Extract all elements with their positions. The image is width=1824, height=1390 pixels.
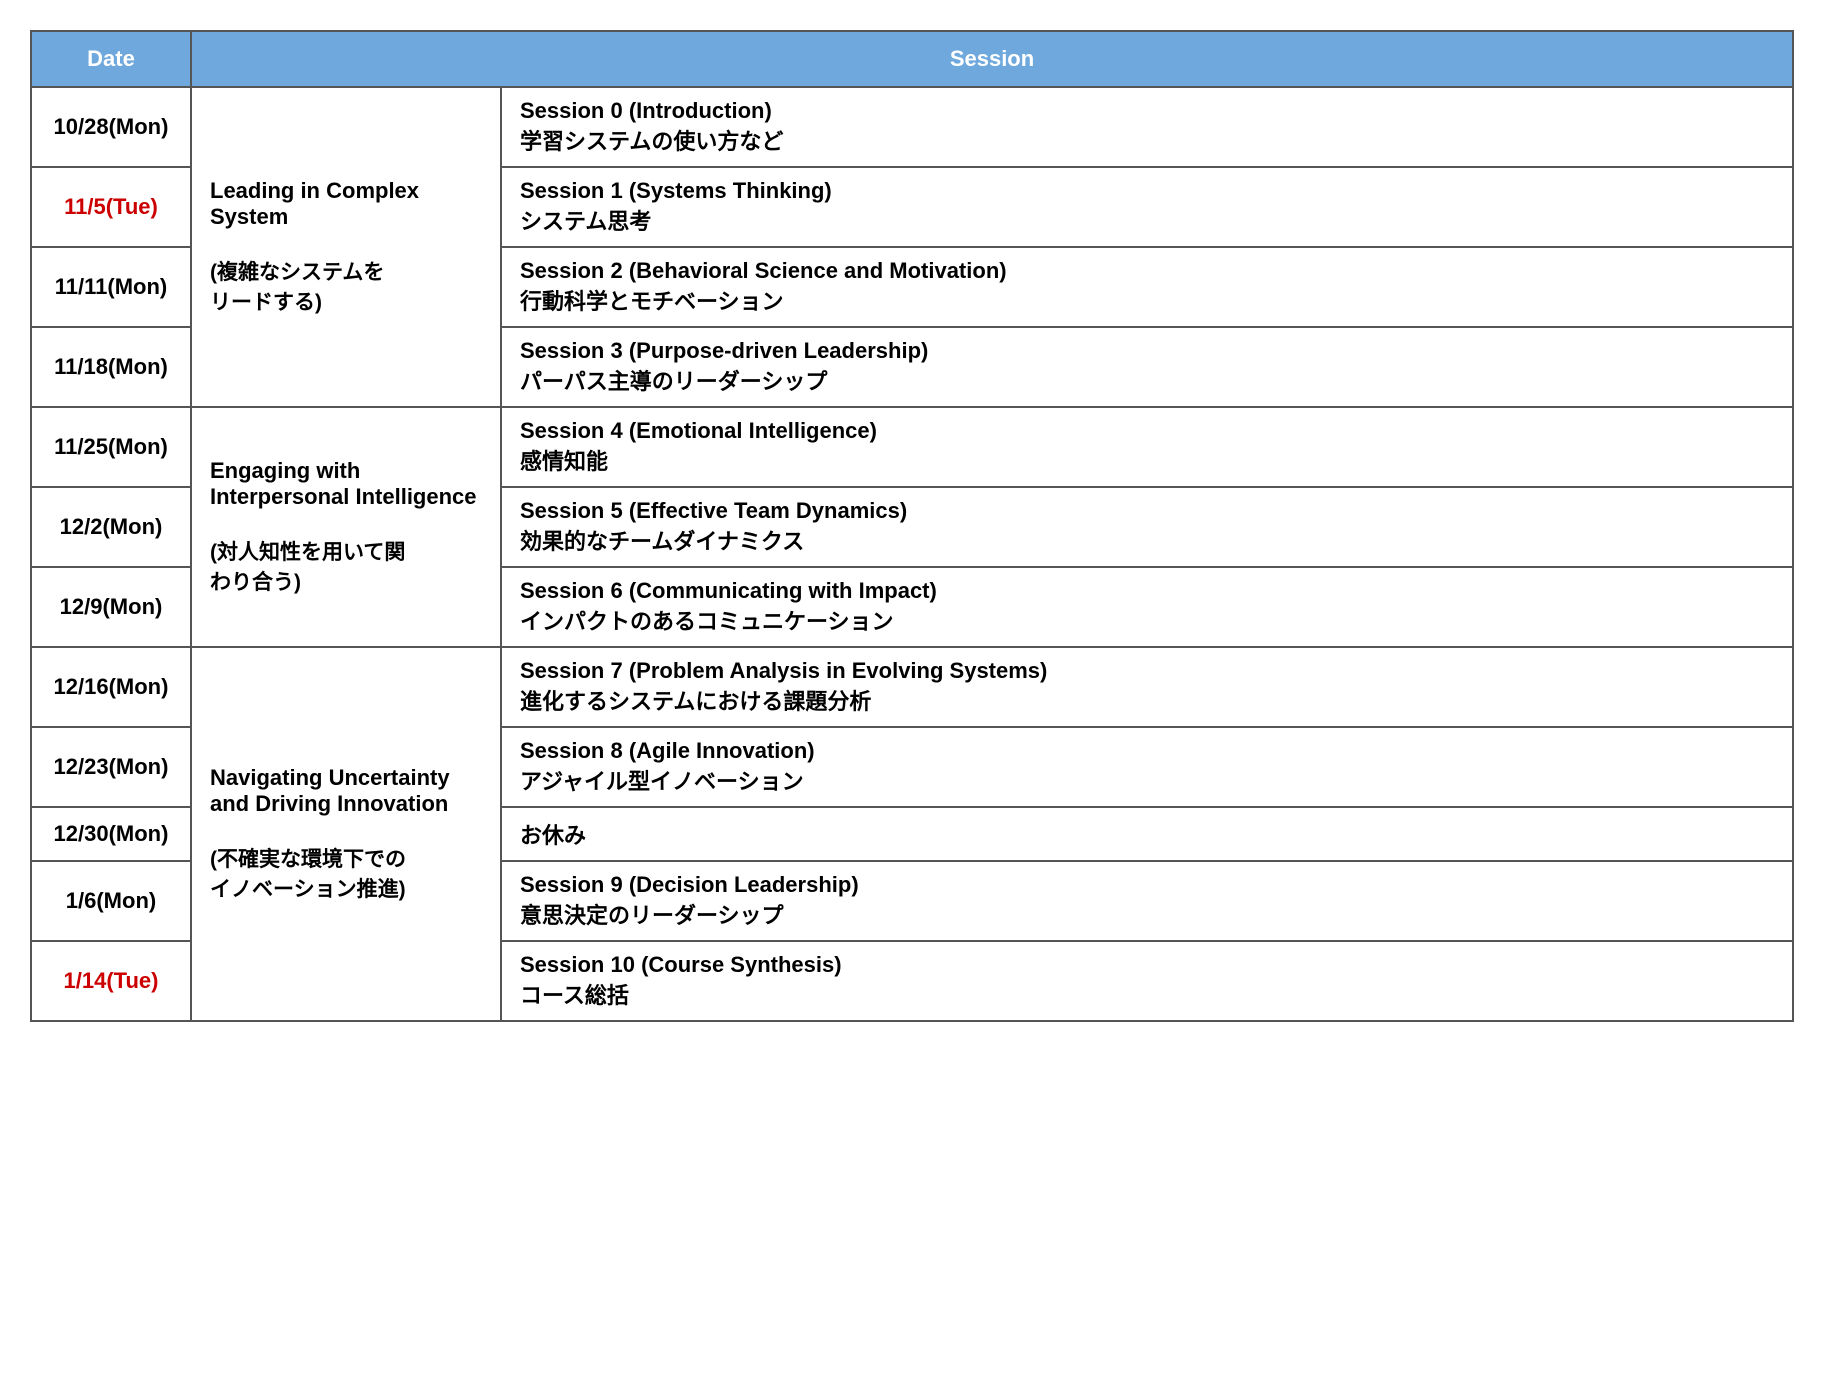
session-ja: パーパス主導のリーダーシップ	[520, 369, 827, 394]
session-en: Session 3 (Purpose-driven Leadership)	[520, 338, 928, 363]
session-ja: 意思決定のリーダーシップ	[520, 903, 784, 928]
date-cell: 11/11(Mon)	[31, 247, 191, 327]
date-cell: 12/16(Mon)	[31, 647, 191, 727]
date-cell: 12/9(Mon)	[31, 567, 191, 647]
session-en: Session 9 (Decision Leadership)	[520, 872, 859, 897]
date-cell: 12/30(Mon)	[31, 807, 191, 861]
module-ja: (対人知性を用いて関わり合う)	[210, 541, 405, 594]
date-cell: 11/25(Mon)	[31, 407, 191, 487]
module-cell: Navigating Uncertainty and Driving Innov…	[191, 647, 501, 1021]
session-ja: コース総括	[520, 983, 629, 1008]
date-cell: 1/14(Tue)	[31, 941, 191, 1021]
session-cell: お休み	[501, 807, 1793, 861]
schedule-table: Date Session 10/28(Mon)Leading in Comple…	[30, 30, 1794, 1022]
session-en: Session 0 (Introduction)	[520, 98, 772, 123]
session-cell: Session 4 (Emotional Intelligence) 感情知能	[501, 407, 1793, 487]
session-cell: Session 8 (Agile Innovation) アジャイル型イノベーショ…	[501, 727, 1793, 807]
session-en: お休み	[520, 823, 586, 848]
session-cell: Session 1 (Systems Thinking) システム思考	[501, 167, 1793, 247]
session-cell: Session 2 (Behavioral Science and Motiva…	[501, 247, 1793, 327]
session-cell: Session 5 (Effective Team Dynamics) 効果的なチ…	[501, 487, 1793, 567]
session-en: Session 1 (Systems Thinking)	[520, 178, 832, 203]
header-date: Date	[31, 31, 191, 87]
session-en: Session 7 (Problem Analysis in Evolving …	[520, 658, 1047, 683]
module-en: Leading in Complex System	[210, 178, 419, 229]
session-cell: Session 0 (Introduction) 学習システムの使い方など	[501, 87, 1793, 167]
session-en: Session 2 (Behavioral Science and Motiva…	[520, 258, 1007, 283]
date-cell: 11/18(Mon)	[31, 327, 191, 407]
session-ja: インパクトのあるコミュニケーション	[520, 609, 894, 634]
date-cell: 10/28(Mon)	[31, 87, 191, 167]
session-cell: Session 3 (Purpose-driven Leadership) パーパ…	[501, 327, 1793, 407]
module-ja: (不確実な環境下でのイノベーション推進)	[210, 848, 406, 901]
header-module: Session	[191, 31, 1793, 87]
session-ja: システム思考	[520, 209, 651, 234]
date-cell: 11/5(Tue)	[31, 167, 191, 247]
session-en: Session 10 (Course Synthesis)	[520, 952, 842, 977]
date-cell: 1/6(Mon)	[31, 861, 191, 941]
module-en: Engaging with Interpersonal Intelligence	[210, 458, 477, 509]
session-en: Session 4 (Emotional Intelligence)	[520, 418, 877, 443]
session-cell: Session 10 (Course Synthesis) コース総括	[501, 941, 1793, 1021]
session-cell: Session 7 (Problem Analysis in Evolving …	[501, 647, 1793, 727]
session-ja: 学習システムの使い方など	[520, 129, 783, 154]
session-cell: Session 6 (Communicating with Impact) インパ…	[501, 567, 1793, 647]
session-en: Session 8 (Agile Innovation)	[520, 738, 815, 763]
date-cell: 12/2(Mon)	[31, 487, 191, 567]
module-en: Navigating Uncertainty and Driving Innov…	[210, 765, 450, 816]
session-ja: 進化するシステムにおける課題分析	[520, 689, 871, 714]
session-cell: Session 9 (Decision Leadership) 意思決定のリーダー…	[501, 861, 1793, 941]
session-en: Session 6 (Communicating with Impact)	[520, 578, 937, 603]
module-cell: Engaging with Interpersonal Intelligence…	[191, 407, 501, 647]
session-ja: 行動科学とモチベーション	[520, 289, 784, 314]
date-cell: 12/23(Mon)	[31, 727, 191, 807]
session-ja: 感情知能	[520, 449, 608, 474]
session-ja: アジャイル型イノベーション	[520, 769, 804, 794]
session-en: Session 5 (Effective Team Dynamics)	[520, 498, 907, 523]
session-ja: 効果的なチームダイナミクス	[520, 529, 804, 554]
module-ja: (複雑なシステムをリードする)	[210, 261, 384, 314]
module-cell: Leading in Complex System (複雑なシステムをリードする)	[191, 87, 501, 407]
